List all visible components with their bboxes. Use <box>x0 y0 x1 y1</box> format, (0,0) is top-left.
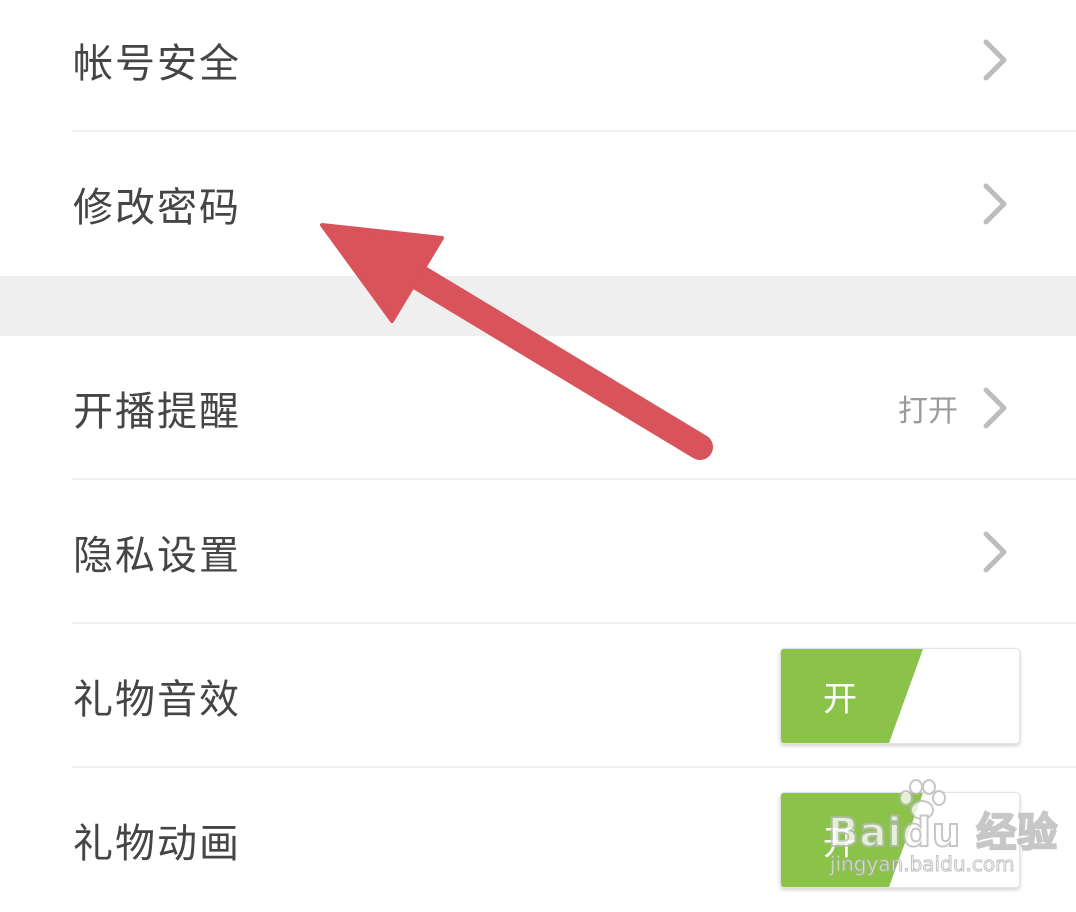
chevron-right-icon <box>983 531 1007 573</box>
toggle-label: 开 <box>823 679 857 720</box>
chevron-right-icon <box>983 39 1007 81</box>
settings-item-gift-animation: 礼物动画 开 <box>0 768 1076 912</box>
settings-item-label: 开播提醒 <box>73 389 241 435</box>
settings-item-live-reminder[interactable]: 开播提醒 打开 <box>0 336 1076 480</box>
toggle-on-fill <box>781 649 923 743</box>
chevron-right-icon <box>983 183 1007 225</box>
settings-item-account-security[interactable]: 帐号安全 <box>0 0 1076 132</box>
gift-animation-toggle[interactable]: 开 <box>780 792 1020 888</box>
section-separator <box>0 276 1076 336</box>
gift-sound-toggle[interactable]: 开 <box>780 648 1020 744</box>
settings-item-privacy[interactable]: 隐私设置 <box>0 480 1076 624</box>
settings-item-value: 打开 <box>898 394 958 429</box>
settings-item-label: 隐私设置 <box>73 533 241 579</box>
settings-item-change-password[interactable]: 修改密码 <box>0 132 1076 276</box>
settings-item-label: 礼物音效 <box>73 677 241 723</box>
settings-item-gift-sound: 礼物音效 开 <box>0 624 1076 768</box>
settings-item-label: 礼物动画 <box>73 821 241 867</box>
toggle-on-fill <box>781 793 923 887</box>
chevron-right-icon <box>983 387 1007 429</box>
toggle-label: 开 <box>823 823 857 864</box>
settings-item-label: 修改密码 <box>73 185 241 231</box>
settings-item-label: 帐号安全 <box>73 41 241 87</box>
